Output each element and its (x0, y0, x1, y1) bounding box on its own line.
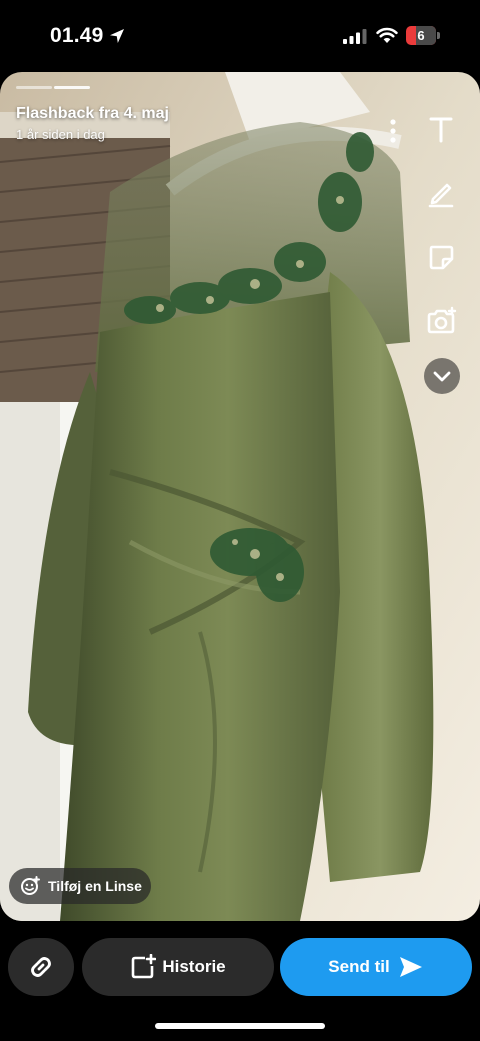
cellular-signal-icon (343, 29, 367, 44)
snap-viewer[interactable]: Flashback fra 4. maj 1 år siden i dag Ti… (0, 72, 480, 921)
sticker-tool-button[interactable] (424, 240, 458, 274)
text-tool-button[interactable] (424, 112, 458, 146)
chevron-down-icon (433, 371, 451, 382)
battery-indicator: 6 (406, 26, 440, 45)
dress-photo (0, 72, 480, 921)
add-lens-label: Tilføj en Linse (48, 878, 142, 894)
memory-title: Flashback fra 4. maj (16, 105, 169, 122)
send-arrow-icon (399, 957, 422, 977)
draw-tool-button[interactable] (424, 176, 458, 210)
story-progress (16, 86, 464, 89)
smiley-plus-icon (21, 876, 40, 895)
sticker-icon (429, 245, 454, 270)
story-button[interactable]: Historie (82, 938, 274, 996)
more-icon[interactable] (384, 116, 402, 146)
wifi-icon (376, 27, 398, 43)
pen-icon (428, 183, 454, 208)
expand-tools-button[interactable] (424, 358, 460, 394)
link-icon (31, 957, 51, 977)
text-icon (429, 117, 453, 143)
attach-link-button[interactable] (8, 938, 74, 996)
status-bar: 01.49 6 (0, 0, 480, 70)
send-label: Send til (328, 957, 390, 976)
camera-icon (427, 306, 457, 334)
story-add-icon (132, 954, 157, 979)
send-to-button[interactable]: Send til (280, 938, 472, 996)
location-arrow-icon (110, 29, 124, 43)
memory-subtitle: 1 år siden i dag (16, 127, 105, 142)
camera-tool-button[interactable] (424, 304, 458, 338)
home-indicator[interactable] (155, 1023, 325, 1029)
add-lens-button[interactable]: Tilføj en Linse (9, 868, 151, 904)
battery-level: 6 (417, 28, 425, 43)
story-label: Historie (162, 957, 226, 976)
clock-time: 01.49 (50, 24, 104, 47)
